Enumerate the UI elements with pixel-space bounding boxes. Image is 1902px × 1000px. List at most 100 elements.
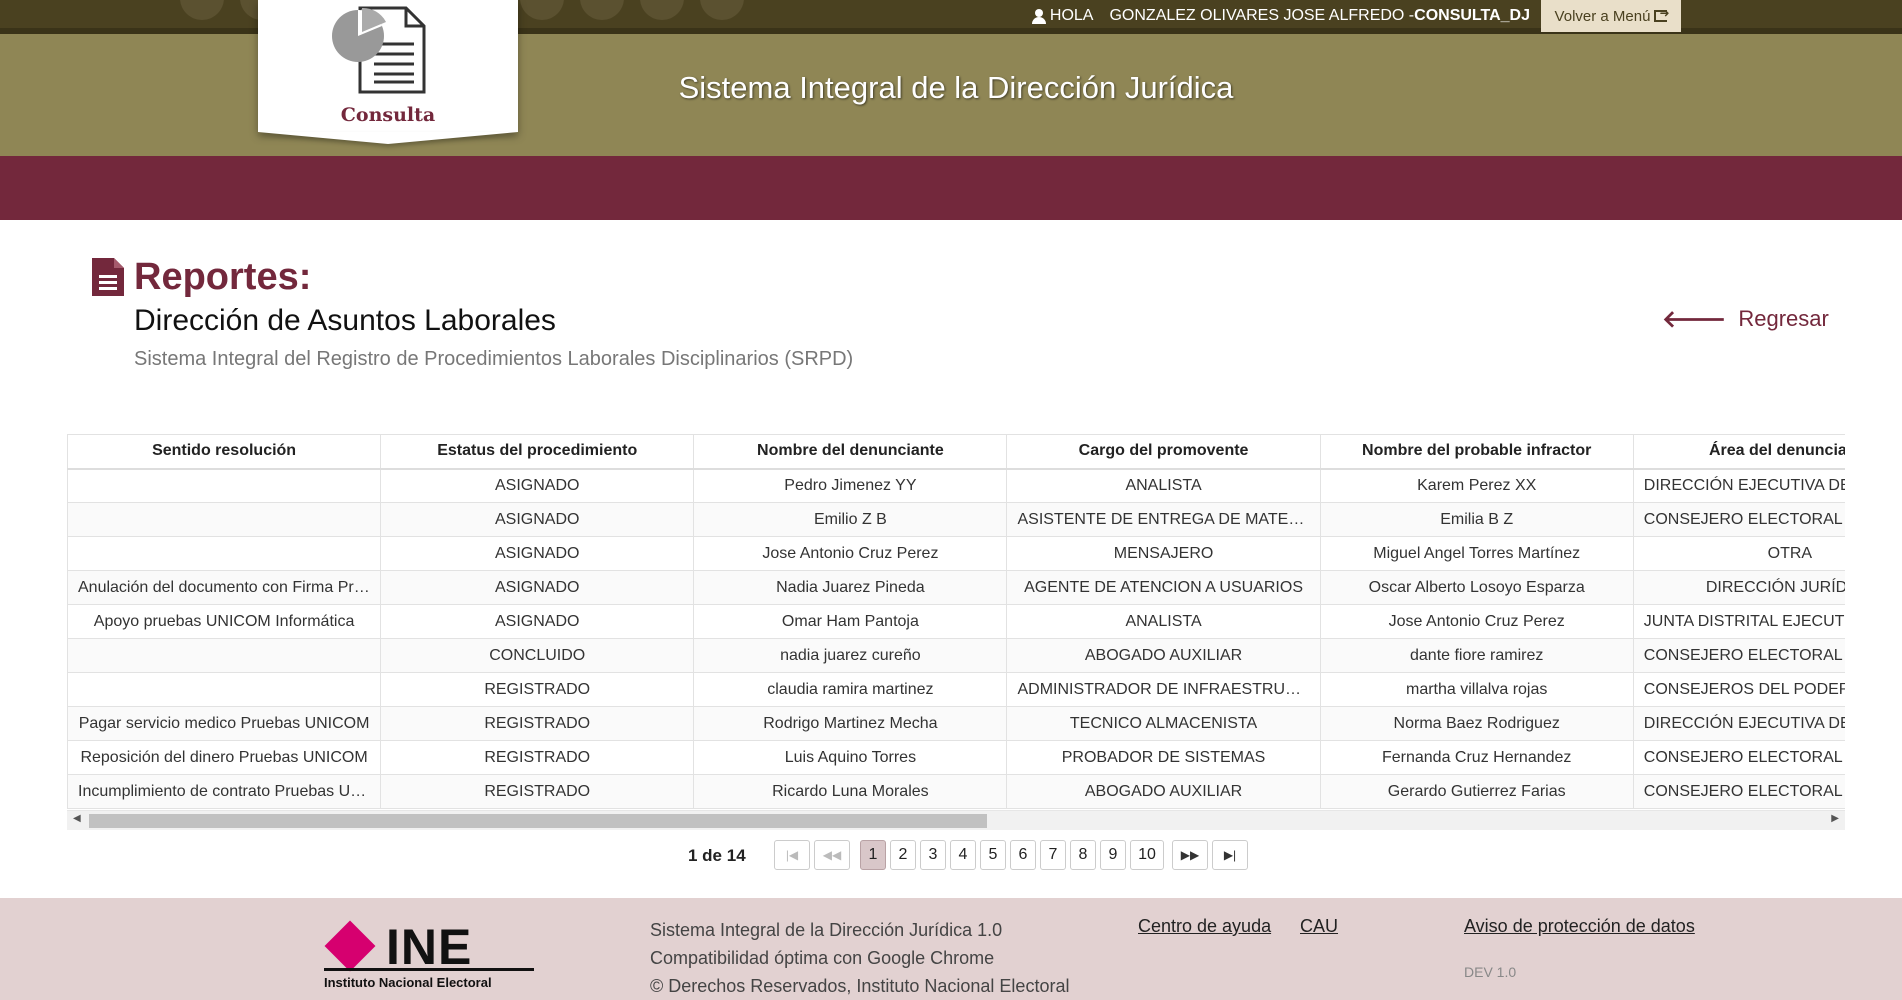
- scrollbar-thumb[interactable]: [89, 814, 987, 828]
- back-link[interactable]: 🡐 Regresar: [1662, 304, 1829, 334]
- logo-underline: [324, 968, 534, 971]
- first-page-icon: |◀: [785, 848, 799, 862]
- table-cell: REGISTRADO: [380, 706, 695, 741]
- privacy-notice-link[interactable]: Aviso de protección de datos: [1464, 916, 1695, 937]
- page-description: Sistema Integral del Registro de Procedi…: [134, 348, 854, 370]
- decorative-circle: [640, 0, 684, 20]
- table-cell: AGENTE DE ATENCION A USUARIOS: [1006, 570, 1321, 605]
- column-header[interactable]: Cargo del promovente: [1006, 434, 1321, 470]
- back-to-menu-label: Volver a Menú: [1554, 7, 1651, 25]
- cau-link[interactable]: CAU: [1300, 916, 1338, 937]
- first-page-button[interactable]: |◀: [774, 840, 810, 870]
- sign-out-icon: [1654, 6, 1670, 22]
- page-info: 1 de 14: [688, 846, 746, 865]
- table-cell: JUNTA DISTRITAL EJECUTIVA: [1632, 604, 1845, 639]
- user-icon: [1031, 9, 1046, 24]
- scroll-right-icon[interactable]: ▶: [1831, 813, 1839, 824]
- page-title: Reportes:: [134, 256, 312, 298]
- table-cell: dante fiore ramirez: [1319, 638, 1634, 673]
- table-header-row: Sentido resolución Estatus del procedimi…: [67, 434, 1845, 470]
- next-page-icon: ▶▶: [1180, 848, 1200, 862]
- report-table: Sentido resolución Estatus del procedimi…: [67, 434, 1845, 809]
- footer-system-version: Sistema Integral de la Dirección Jurídic…: [650, 920, 1003, 940]
- table-cell: martha villalva rojas: [1319, 672, 1634, 707]
- ine-logo: INE Instituto Nacional Electoral: [322, 918, 534, 990]
- prev-page-button[interactable]: ◀◀: [814, 840, 850, 870]
- table-cell: CONSEJERO ELECTORAL: [1632, 638, 1845, 673]
- page-number-button[interactable]: 8: [1070, 840, 1096, 870]
- column-header[interactable]: Sentido resolución: [67, 434, 382, 470]
- table-cell: ASIGNADO: [380, 570, 695, 605]
- table-row[interactable]: Pagar servicio medico Pruebas UNICOM REGI…: [67, 706, 1845, 741]
- horizontal-scrollbar[interactable]: ◀ ▶: [67, 810, 1845, 830]
- table-cell: Apoyo pruebas UNICOM Informática: [67, 604, 382, 639]
- table-cell: Karem Perez XX: [1319, 468, 1634, 503]
- column-header[interactable]: Nombre del denunciante: [693, 434, 1008, 470]
- table-cell: Omar Ham Pantoja: [693, 604, 1008, 639]
- page-number-button[interactable]: 9: [1100, 840, 1126, 870]
- table-cell: Jose Antonio Cruz Perez: [693, 536, 1008, 571]
- table-cell: Anulación del documento con Firma Prueba…: [67, 570, 382, 605]
- table-cell: [67, 638, 382, 673]
- table-row[interactable]: Incumplimiento de contrato Pruebas UNICO…: [67, 774, 1845, 809]
- column-header[interactable]: Área del denunciante: [1632, 434, 1845, 470]
- user-info: HOLA GONZALEZ OLIVARES JOSE ALFREDO - CO…: [1031, 0, 1530, 32]
- table-cell: ADMINISTRADOR DE INFRAESTRUCTURA: [1006, 672, 1321, 707]
- decorative-circle: [520, 0, 564, 20]
- table-row[interactable]: ASIGNADO Emilio Z B ASISTENTE DE ENTREGA D…: [67, 502, 1845, 537]
- last-page-button[interactable]: ▶|: [1212, 840, 1248, 870]
- page-number-button[interactable]: 1: [860, 840, 886, 870]
- page-number-button[interactable]: 2: [890, 840, 916, 870]
- table-row[interactable]: CONCLUIDO nadia juarez cureño ABOGADO AUXI…: [67, 638, 1845, 673]
- footer: INE Instituto Nacional Electoral Sistema…: [0, 898, 1902, 1000]
- page-number-button[interactable]: 3: [920, 840, 946, 870]
- table-cell: nadia juarez cureño: [693, 638, 1008, 673]
- page-number-button[interactable]: 6: [1010, 840, 1036, 870]
- module-label: Consulta: [340, 104, 436, 126]
- table-cell: Oscar Alberto Losoyo Esparza: [1319, 570, 1634, 605]
- table-cell: ABOGADO AUXILIAR: [1006, 774, 1321, 809]
- table-row[interactable]: Anulación del documento con Firma Prueba…: [67, 570, 1845, 605]
- table-row[interactable]: Reposición del dinero Pruebas UNICOM REGI…: [67, 740, 1845, 775]
- file-text-icon: [92, 258, 124, 296]
- decorative-circle: [180, 0, 224, 20]
- page-number-button[interactable]: 10: [1130, 840, 1164, 870]
- back-to-menu-button[interactable]: Volver a Menú: [1541, 0, 1681, 32]
- table-cell: ASIGNADO: [380, 502, 695, 537]
- help-center-link[interactable]: Centro de ayuda: [1138, 916, 1271, 937]
- table-row[interactable]: ASIGNADO Pedro Jimenez YY ANALISTA Karem Pe…: [67, 468, 1845, 503]
- table-row[interactable]: Apoyo pruebas UNICOM Informática ASIGNADO…: [67, 604, 1845, 639]
- footer-info: Sistema Integral de la Dirección Jurídic…: [650, 916, 1069, 1000]
- report-table-container: Sentido resolución Estatus del procedimi…: [67, 434, 1845, 830]
- table-cell: OTRA: [1632, 536, 1845, 571]
- page-number-button[interactable]: 5: [980, 840, 1006, 870]
- table-cell: Nadia Juarez Pineda: [693, 570, 1008, 605]
- decorative-circle: [700, 0, 744, 20]
- table-cell: Emilio Z B: [693, 502, 1008, 537]
- table-cell: TECNICO ALMACENISTA: [1006, 706, 1321, 741]
- table-cell: Reposición del dinero Pruebas UNICOM: [67, 740, 382, 775]
- column-header[interactable]: Nombre del probable infractor: [1319, 434, 1634, 470]
- ine-logo-subtitle: Instituto Nacional Electoral: [324, 975, 492, 990]
- table-cell: Incumplimiento de contrato Pruebas UNICO…: [67, 774, 382, 809]
- page-number-button[interactable]: 4: [950, 840, 976, 870]
- page-number-button[interactable]: 7: [1040, 840, 1066, 870]
- table-row[interactable]: REGISTRADO claudia ramira martinez ADMINIS…: [67, 672, 1845, 707]
- report-document-icon: [332, 6, 426, 94]
- table-cell: [67, 536, 382, 571]
- table-cell: Emilia B Z: [1319, 502, 1634, 537]
- table-cell: DIRECCIÓN EJECUTIVA DE ADMINISTRACIÓN: [1632, 468, 1845, 503]
- table-cell: [67, 672, 382, 707]
- table-cell: CONSEJEROS DEL PODER LEGISLATIVO: [1632, 672, 1845, 707]
- next-page-button[interactable]: ▶▶: [1172, 840, 1208, 870]
- footer-copyright: © Derechos Reservados, Instituto Naciona…: [650, 976, 1070, 996]
- table-cell: REGISTRADO: [380, 774, 695, 809]
- table-cell: PROBADOR DE SISTEMAS: [1006, 740, 1321, 775]
- scroll-left-icon[interactable]: ◀: [73, 813, 81, 824]
- table-row[interactable]: ASIGNADO Jose Antonio Cruz Perez MENSAJERO…: [67, 536, 1845, 571]
- version-label: DEV 1.0: [1464, 964, 1517, 980]
- page-subtitle: Dirección de Asuntos Laborales: [134, 304, 556, 337]
- last-page-icon: ▶|: [1223, 848, 1237, 862]
- table-cell: ASIGNADO: [380, 468, 695, 503]
- column-header[interactable]: Estatus del procedimiento: [380, 434, 695, 470]
